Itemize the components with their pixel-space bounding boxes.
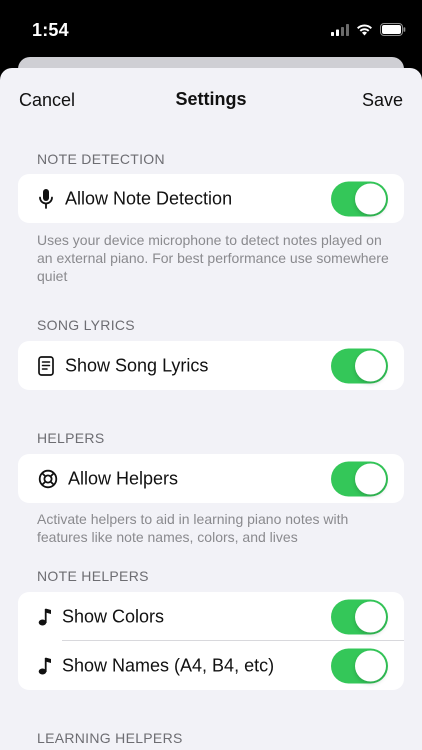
music-note-icon [38,607,52,627]
toggle-knob [355,650,386,681]
settings-sheet: Cancel Settings Save NOTE DETECTION Allo… [0,68,422,750]
section-header-note-detection: NOTE DETECTION [37,151,165,167]
status-icons [331,23,406,36]
save-button[interactable]: Save [362,90,403,111]
toggle-show-song-lyrics[interactable] [331,348,388,383]
battery-icon [380,23,406,36]
card-note-helpers: Show Colors Show Names (A4, B4, etc) [18,592,404,690]
status-bar: 1:54 [0,0,422,58]
row-label: Show Names (A4, B4, etc) [62,655,275,675]
footer-note-detection: Uses your device microphone to detect no… [37,232,389,284]
toggle-knob [355,601,386,632]
row-show-song-lyrics[interactable]: Show Song Lyrics [18,341,404,390]
toggle-knob [355,350,386,381]
row-label: Allow Helpers [68,468,179,488]
row-allow-note-detection[interactable]: Allow Note Detection [18,174,404,223]
row-show-names[interactable]: Show Names (A4, B4, etc) [18,641,404,690]
nav-bar: Cancel Settings Save [0,68,422,130]
toggle-show-colors[interactable] [331,599,388,634]
toggle-show-names[interactable] [331,648,388,683]
page-title: Settings [175,89,247,109]
section-header-note-helpers: NOTE HELPERS [37,568,149,584]
card-helpers: Allow Helpers [18,454,404,503]
row-label: Show Colors [62,606,165,626]
toggle-knob [355,463,386,494]
section-header-song-lyrics: SONG LYRICS [37,317,135,333]
toggle-allow-note-detection[interactable] [331,181,388,216]
row-show-colors[interactable]: Show Colors [18,592,404,641]
footer-helpers: Activate helpers to aid in learning pian… [37,511,349,545]
section-header-helpers: HELPERS [37,430,105,446]
cellular-signal-icon [331,23,349,36]
lifebuoy-icon [38,469,58,489]
wifi-icon [357,23,372,35]
microphone-icon [38,188,54,210]
music-note-icon [38,656,52,676]
row-label: Show Song Lyrics [65,355,209,375]
status-time: 1:54 [32,20,69,40]
row-allow-helpers[interactable]: Allow Helpers [18,454,404,503]
row-label: Allow Note Detection [65,188,233,208]
toggle-allow-helpers[interactable] [331,461,388,496]
card-song-lyrics: Show Song Lyrics [18,341,404,390]
section-header-learning-helpers: LEARNING HELPERS [37,730,183,746]
card-note-detection: Allow Note Detection [18,174,404,223]
toggle-knob [355,183,386,214]
document-icon [38,355,54,376]
